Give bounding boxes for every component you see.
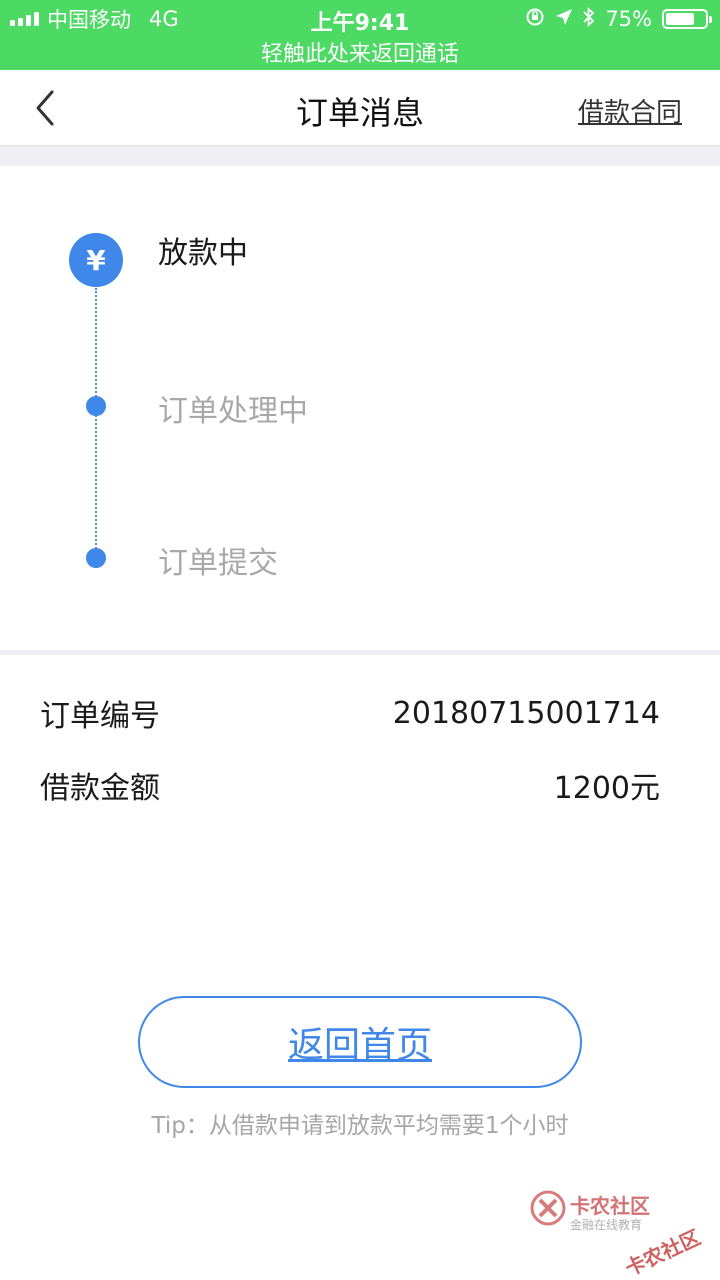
timeline-step-submitted: 订单提交 (158, 546, 278, 581)
status-right: 75% (525, 6, 712, 32)
watermark-title: 卡农社区 (570, 1194, 650, 1218)
return-to-call-banner[interactable]: 轻触此处来返回通话 (0, 36, 720, 68)
return-home-button[interactable]: 返回首页 (138, 996, 582, 1088)
loan-contract-link[interactable]: 借款合同 (578, 92, 682, 129)
nav-bar: 订单消息 借款合同 (0, 70, 720, 146)
detail-value: 20180715001714 (392, 695, 660, 731)
battery-fill (666, 13, 694, 25)
timeline-dot (86, 548, 106, 568)
location-icon (555, 8, 573, 30)
watermark-subtitle: 金融在线教育 (570, 1218, 643, 1232)
status-bar[interactable]: 中国移动 4G 上午9:41 75% 轻触此处来返回通话 (0, 0, 720, 70)
timeline-connector (95, 288, 97, 556)
detail-value: 1200元 (553, 771, 660, 806)
page: 中国移动 4G 上午9:41 75% 轻触此处来返回通话 订单消息 借款合同 ¥… (0, 0, 720, 1280)
bluetooth-icon (583, 6, 595, 31)
timeline-step-disbursing: 放款中 (158, 236, 248, 271)
detail-row-loan-amount: 借款金额 1200元 (40, 765, 660, 806)
section-divider (0, 650, 720, 655)
disbursement-tip: Tip：从借款申请到放款平均需要1个小时 (151, 1113, 569, 1139)
rotation-lock-icon (525, 7, 545, 31)
timeline-step-processing: 订单处理中 (158, 394, 308, 429)
section-separator (0, 146, 720, 166)
timeline-dot (86, 396, 106, 416)
battery-icon (662, 9, 712, 29)
order-progress-timeline: ¥ 放款中 订单处理中 订单提交 (0, 166, 720, 650)
watermark-logo-icon (530, 1190, 566, 1226)
battery-percent: 75% (605, 7, 652, 31)
detail-row-order-number: 订单编号 20180715001714 (40, 693, 660, 735)
detail-label: 借款金额 (40, 771, 160, 806)
watermark: 卡农社区 金融在线教育 卡农社区 (530, 1186, 710, 1280)
yuan-icon: ¥ (69, 233, 123, 287)
detail-label: 订单编号 (40, 699, 160, 734)
return-home-label: 返回首页 (287, 1025, 432, 1066)
